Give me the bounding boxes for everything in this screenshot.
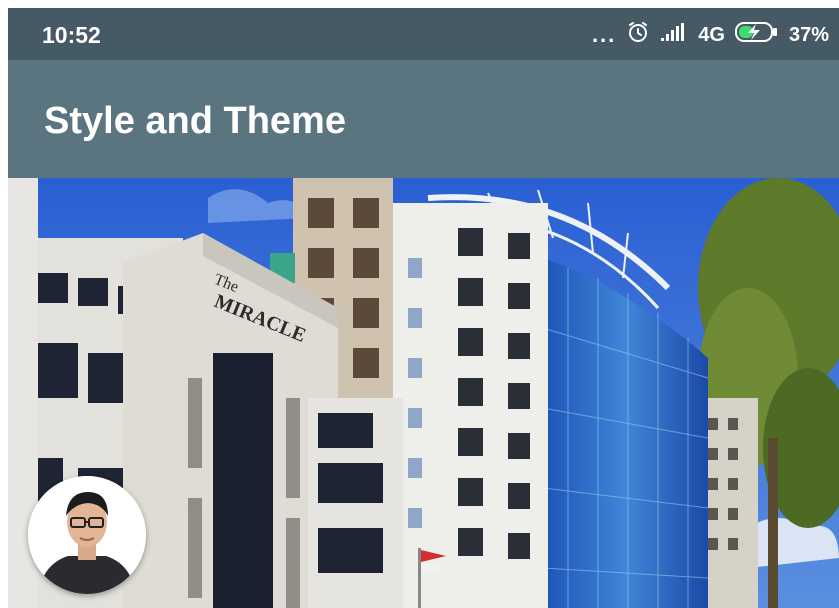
status-time: 10:52 (42, 22, 101, 48)
page-title: Style and Theme (44, 100, 346, 142)
profile-avatar[interactable] (28, 476, 146, 594)
status-bar: 10:52 ... 4G 37% (8, 8, 839, 60)
battery-percent: 37% (788, 23, 829, 46)
battery-charging-icon (734, 21, 779, 49)
signal-icon (660, 22, 688, 48)
alarm-icon (626, 20, 650, 50)
app-bar: Style and Theme (8, 60, 839, 178)
more-dots-icon: ... (591, 22, 617, 47)
network-type: 4G (698, 23, 725, 46)
status-icons: ... 4G 37% (592, 20, 829, 50)
app-screen: 10:52 ... 4G 37% Style and Theme The MIR… (0, 0, 839, 608)
avatar-portrait (28, 476, 146, 594)
